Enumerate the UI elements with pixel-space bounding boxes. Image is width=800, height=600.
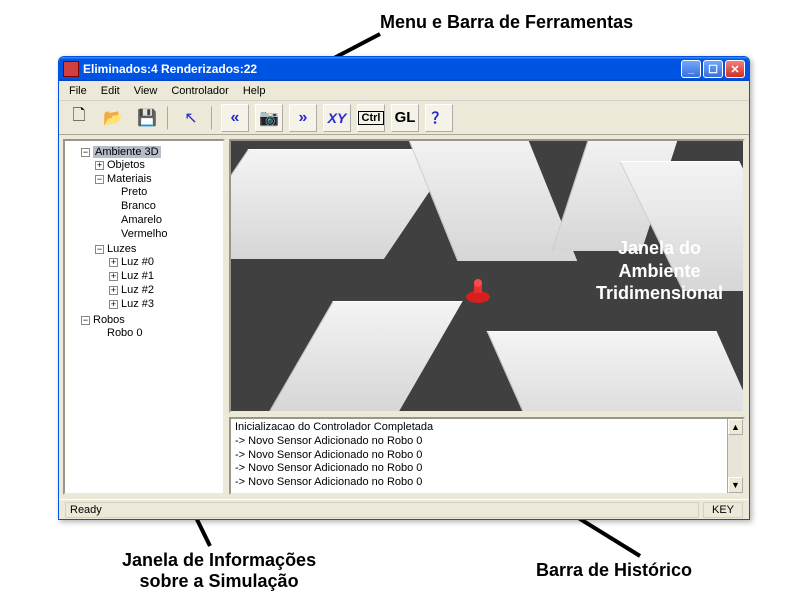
close-button[interactable]: ✕ <box>725 60 745 78</box>
titlebar[interactable]: Eliminados:4 Renderizados:22 _ ☐ ✕ <box>59 57 749 81</box>
scroll-down-button[interactable]: ▼ <box>728 477 743 493</box>
menubar: File Edit View Controlador Help <box>59 81 749 101</box>
ctrl-icon: Ctrl <box>358 111 385 125</box>
gl-icon: GL <box>395 109 416 126</box>
menu-controlador[interactable]: Controlador <box>165 83 234 99</box>
prev-icon: « <box>231 109 240 127</box>
tree-root[interactable]: −Ambiente 3D +Objetos −Materiais Preto B… <box>81 145 221 313</box>
pointer-icon: ↖ <box>184 108 197 128</box>
gl-button[interactable]: GL <box>391 104 419 132</box>
tree-material-item[interactable]: Preto <box>109 185 221 199</box>
minimize-button[interactable]: _ <box>681 60 701 78</box>
app-icon <box>63 61 79 77</box>
history-line: -> Novo Sensor Adicionado no Robo 0 <box>235 435 723 449</box>
collapse-icon[interactable]: − <box>95 175 104 184</box>
camera-button[interactable]: 📷 <box>255 104 283 132</box>
window-title: Eliminados:4 Renderizados:22 <box>83 62 679 76</box>
new-button[interactable]: 🗋 <box>65 104 93 132</box>
new-icon: 🗋 <box>73 104 86 131</box>
history-line: -> Novo Sensor Adicionado no Robo 0 <box>235 462 723 476</box>
history-panel: Inicializacao do Controlador Completada … <box>229 417 745 495</box>
history-line: -> Novo Sensor Adicionado no Robo 0 <box>235 476 723 490</box>
toolbar: 🗋 📂 💾 ↖ « 📷 » XY Ctrl GL ？ <box>59 101 749 135</box>
pointer-button[interactable]: ↖ <box>177 104 205 132</box>
collapse-icon[interactable]: − <box>81 148 90 157</box>
tree-panel[interactable]: −Ambiente 3D +Objetos −Materiais Preto B… <box>63 139 225 495</box>
open-button[interactable]: 📂 <box>99 104 127 132</box>
tree-materiais[interactable]: −Materiais Preto Branco Amarelo Vermelho <box>95 172 221 242</box>
expand-icon[interactable]: + <box>109 300 118 309</box>
help-button[interactable]: ？ <box>425 104 453 132</box>
viewport-3d[interactable]: Janela do Ambiente Tridimensional <box>229 139 745 413</box>
tree-material-item[interactable]: Branco <box>109 199 221 213</box>
statusbar: Ready KEY <box>59 499 749 519</box>
expand-icon[interactable]: + <box>109 286 118 295</box>
save-button[interactable]: 💾 <box>133 104 161 132</box>
tree-luz-item[interactable]: +Luz #1 <box>109 269 221 283</box>
tree-luz-item[interactable]: +Luz #3 <box>109 297 221 311</box>
tree-luz-item[interactable]: +Luz #2 <box>109 283 221 297</box>
scroll-up-button[interactable]: ▲ <box>728 419 743 435</box>
menu-edit[interactable]: Edit <box>95 83 126 99</box>
viewport-label: Janela do Ambiente Tridimensional <box>596 237 723 305</box>
tree-material-item[interactable]: Vermelho <box>109 227 221 241</box>
next-icon: » <box>299 109 308 127</box>
xy-button[interactable]: XY <box>323 104 351 132</box>
status-ready: Ready <box>65 502 699 518</box>
menu-file[interactable]: File <box>63 83 93 99</box>
client-area: −Ambiente 3D +Objetos −Materiais Preto B… <box>59 135 749 499</box>
help-icon: ？ <box>431 107 446 128</box>
annotation-bottom-right: Barra de Histórico <box>536 560 692 581</box>
collapse-icon[interactable]: − <box>95 245 104 254</box>
toolbar-separator <box>167 106 171 130</box>
robot-icon <box>463 279 493 305</box>
menu-help[interactable]: Help <box>237 83 272 99</box>
save-icon: 💾 <box>137 108 157 128</box>
expand-icon[interactable]: + <box>109 258 118 267</box>
scroll-track[interactable] <box>728 435 743 477</box>
collapse-icon[interactable]: − <box>81 316 90 325</box>
history-text[interactable]: Inicializacao do Controlador Completada … <box>231 419 727 493</box>
expand-icon[interactable]: + <box>109 272 118 281</box>
tree-robo-item[interactable]: Robo 0 <box>95 326 221 340</box>
toolbar-separator <box>211 106 215 130</box>
expand-icon[interactable]: + <box>95 161 104 170</box>
prev-button[interactable]: « <box>221 104 249 132</box>
tree: −Ambiente 3D +Objetos −Materiais Preto B… <box>67 145 221 341</box>
tree-robos[interactable]: −Robos Robo 0 <box>81 313 221 341</box>
application-window: Eliminados:4 Renderizados:22 _ ☐ ✕ File … <box>58 56 750 520</box>
history-line: Inicializacao do Controlador Completada <box>235 421 723 435</box>
xy-icon: XY <box>328 110 347 126</box>
next-button[interactable]: » <box>289 104 317 132</box>
right-column: Janela do Ambiente Tridimensional Inicia… <box>229 139 745 495</box>
tree-luzes[interactable]: −Luzes +Luz #0 +Luz #1 +Luz #2 +Luz #3 <box>95 242 221 312</box>
camera-icon: 📷 <box>259 108 279 128</box>
open-icon: 📂 <box>103 108 123 128</box>
tree-objetos[interactable]: +Objetos <box>95 158 221 172</box>
tree-luz-item[interactable]: +Luz #0 <box>109 255 221 269</box>
status-key: KEY <box>703 502 743 518</box>
ctrl-button[interactable]: Ctrl <box>357 104 385 132</box>
maximize-button[interactable]: ☐ <box>703 60 723 78</box>
menu-view[interactable]: View <box>128 83 164 99</box>
annotation-bottom-left: Janela de Informações sobre a Simulação <box>122 550 316 592</box>
history-line: -> Novo Sensor Adicionado no Robo 0 <box>235 449 723 463</box>
annotation-top: Menu e Barra de Ferramentas <box>380 12 633 33</box>
tree-material-item[interactable]: Amarelo <box>109 213 221 227</box>
history-scrollbar[interactable]: ▲ ▼ <box>727 419 743 493</box>
